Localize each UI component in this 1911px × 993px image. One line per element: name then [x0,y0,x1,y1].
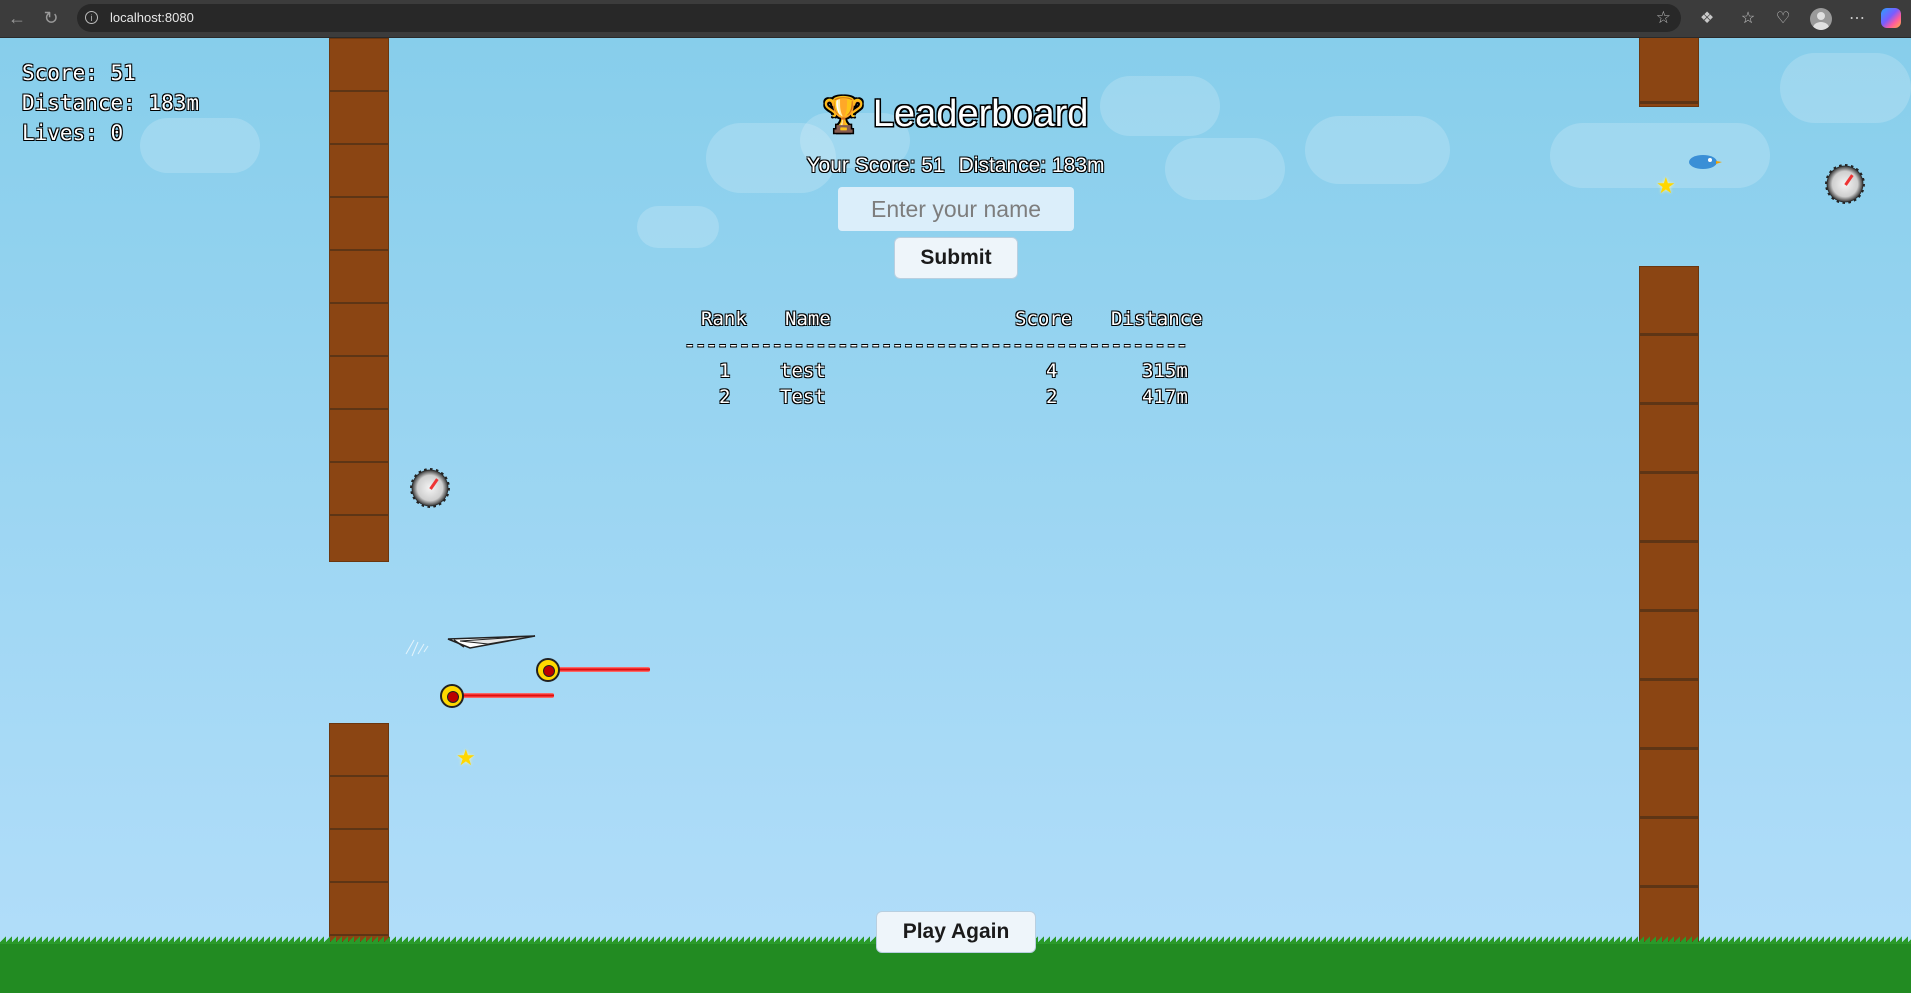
paper-plane [405,635,536,657]
laser-beam [558,667,650,672]
star-outline-icon[interactable]: ☆ [1656,4,1671,32]
address-bar[interactable]: i localhost:8080 ☆ [77,4,1681,32]
spiked-mine [410,468,450,508]
cloud [637,206,719,248]
row-rank: 2 [719,386,731,408]
profile-avatar-icon[interactable] [1810,8,1832,30]
trophy-icon: 🏆 [822,96,865,134]
column-distance: Distance [1111,308,1203,330]
row-score: 2 [1046,386,1058,408]
more-icon[interactable]: ⋯ [1842,0,1872,37]
url-text[interactable]: localhost:8080 [110,4,194,32]
final-distance: Distance: 183m [958,154,1105,177]
laser-emitter [440,684,464,708]
copilot-icon[interactable] [1881,8,1901,28]
row-name: Test [780,386,826,408]
name-input[interactable] [838,187,1074,231]
row-score: 4 [1046,360,1058,382]
row-distance: 315m [1142,360,1188,382]
pipe-bottom [1639,266,1699,942]
row-name: test [780,360,826,382]
browser-essentials-icon[interactable]: ♡ [1768,0,1798,37]
row-distance: 417m [1142,386,1188,408]
leaderboard-title-text: Leaderboard [872,93,1089,135]
separator-line: ----------------------------------------… [684,334,1188,356]
leaderboard-title: 🏆 Leaderboard [0,93,1911,136]
game-canvas[interactable]: ★ ★ Score: 51 Distance: 183m Lives: 0 🏆 L… [0,38,1911,993]
play-again-button[interactable]: Play Again [876,911,1036,953]
star-pickup: ★ [456,745,476,770]
row-rank: 1 [719,360,731,382]
submit-button[interactable]: Submit [894,237,1018,279]
favorites-icon[interactable]: ☆ [1733,0,1763,37]
column-rank: Rank [701,308,747,330]
final-score: Your Score: 51 [806,154,945,177]
laser-beam [462,693,554,698]
reload-icon[interactable]: ↻ [36,0,66,37]
pipe-bottom [329,723,389,942]
final-stats: Your Score: 51 Distance: 183m [0,154,1911,178]
star-pickup: ★ [1656,173,1676,198]
browser-toolbar: ← ↻ i localhost:8080 ☆ ❖ ☆ ♡ ⋯ [0,0,1911,38]
info-icon[interactable]: i [85,11,98,24]
column-name: Name [785,308,831,330]
arrow-left-icon[interactable]: ← [2,0,32,37]
extensions-icon[interactable]: ❖ [1692,0,1722,37]
hud-score: Score: 51 [22,61,136,85]
column-score: Score [1015,308,1073,330]
